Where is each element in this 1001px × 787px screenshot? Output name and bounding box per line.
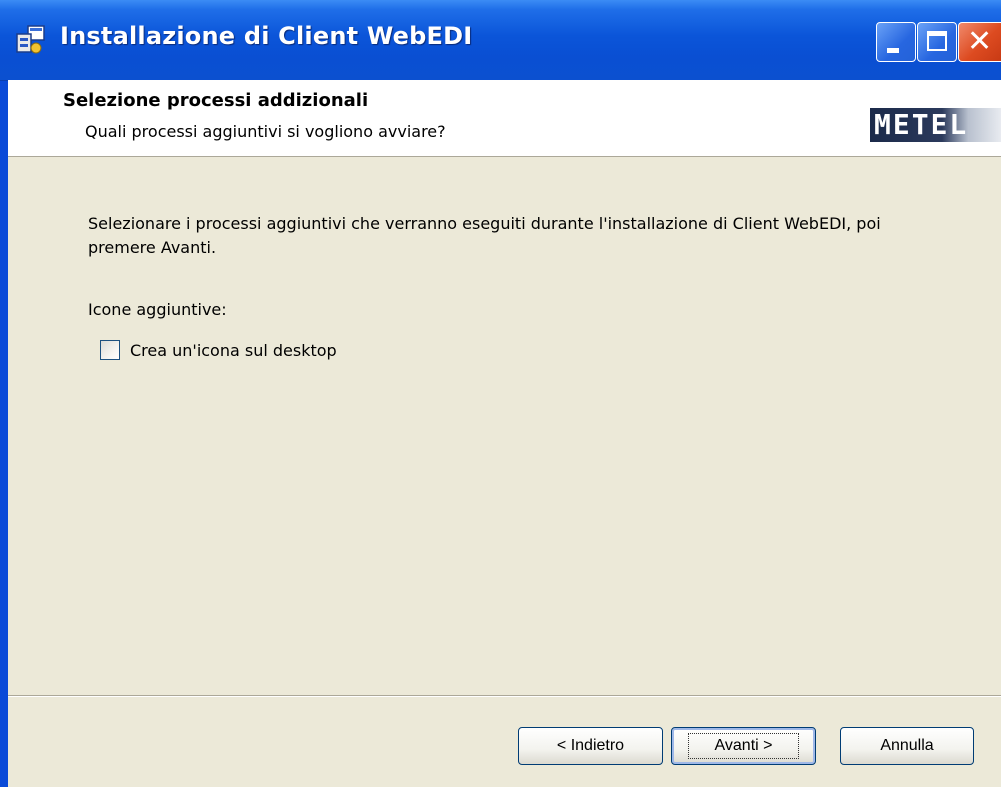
maximize-icon xyxy=(927,31,947,51)
desktop-icon-checkbox-label[interactable]: Crea un'icona sul desktop xyxy=(130,341,337,360)
page-subtitle: Quali processi aggiuntivi si vogliono av… xyxy=(85,122,446,141)
page-title: Selezione processi addizionali xyxy=(63,90,369,111)
metel-logo: METEL xyxy=(870,108,1001,142)
wizard-header: Selezione processi addizionali Quali pro… xyxy=(8,80,1001,157)
cancel-button-label: Annulla xyxy=(880,737,934,754)
additional-icons-label: Icone aggiuntive: xyxy=(88,300,227,319)
next-button[interactable]: Avanti > xyxy=(671,727,816,765)
installer-window: Installazione di Client WebEDI ✕ Selezio… xyxy=(0,0,1001,787)
wizard-client-area: Selezione processi addizionali Quali pro… xyxy=(8,80,1001,787)
title-bar[interactable]: Installazione di Client WebEDI ✕ xyxy=(0,0,1001,81)
close-icon: ✕ xyxy=(967,24,993,59)
minimize-button[interactable] xyxy=(876,22,916,62)
logo-text: METEL xyxy=(874,108,969,141)
cancel-button[interactable]: Annulla xyxy=(840,727,974,765)
desktop-icon-checkbox[interactable] xyxy=(100,340,120,360)
window-title: Installazione di Client WebEDI xyxy=(60,22,473,50)
minimize-icon xyxy=(887,48,899,53)
desktop-icon-option[interactable]: Crea un'icona sul desktop xyxy=(100,338,337,362)
close-button[interactable]: ✕ xyxy=(958,22,1001,62)
next-button-label: Avanti > xyxy=(687,733,800,759)
back-button-label: < Indietro xyxy=(556,737,625,754)
instructions-text: Selezionare i processi aggiuntivi che ve… xyxy=(88,214,881,257)
installer-app-icon xyxy=(16,25,45,54)
maximize-button[interactable] xyxy=(917,22,957,62)
back-button[interactable]: < Indietro xyxy=(518,727,663,765)
footer-divider xyxy=(8,695,1001,697)
